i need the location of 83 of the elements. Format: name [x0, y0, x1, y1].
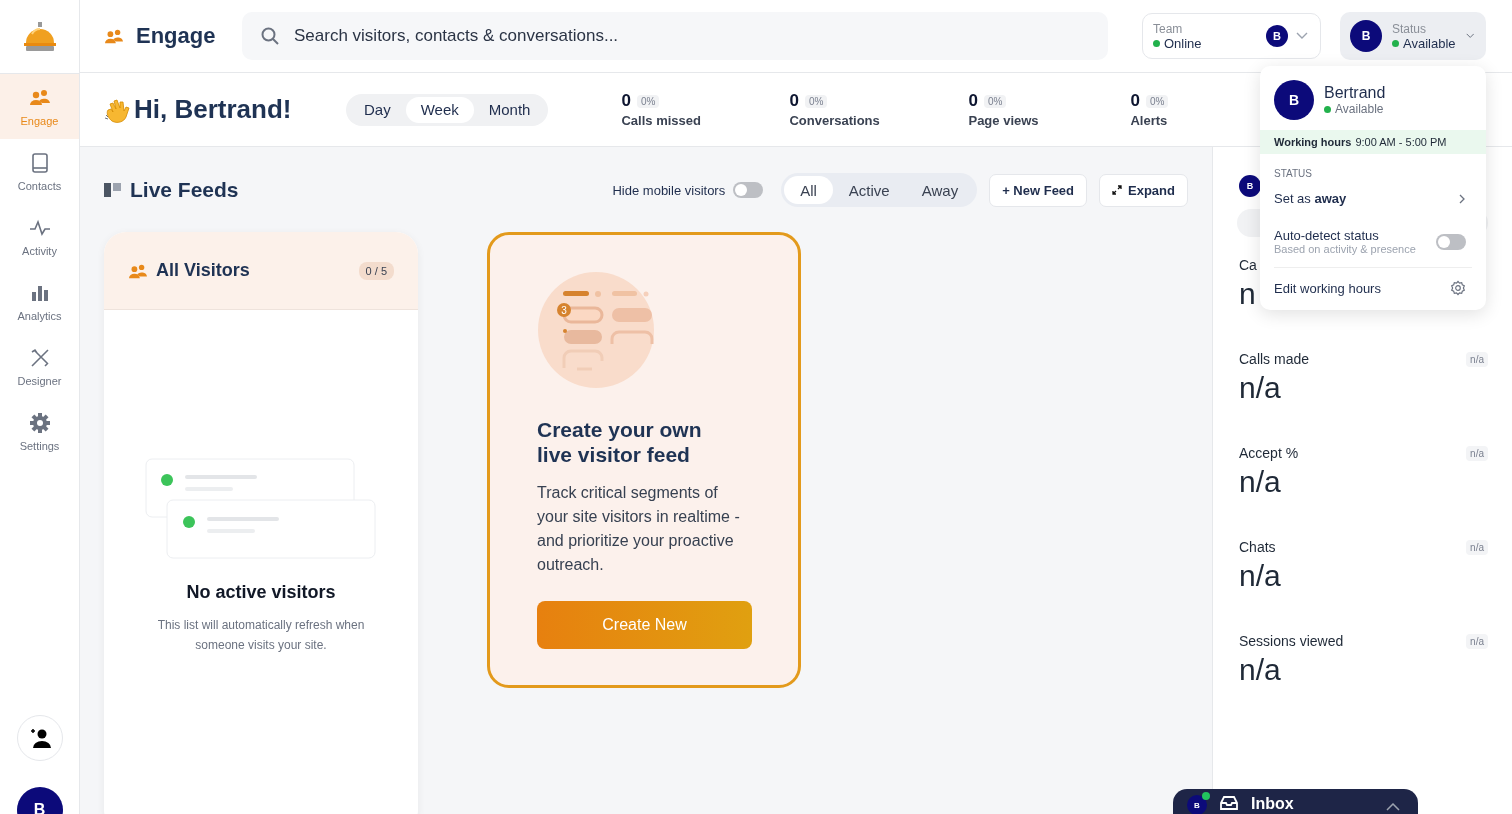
stat-value: 0 — [1130, 91, 1140, 111]
toggle-hint: Based on activity & presence — [1274, 243, 1417, 255]
waving-hand-icon — [104, 96, 130, 123]
section-label: STATUS — [1273, 167, 1313, 181]
search-icon — [261, 27, 279, 45]
metric-label: Ca — [1239, 257, 1257, 273]
stat-value: 0 — [789, 91, 799, 111]
status-dot — [1153, 39, 1160, 47]
nav-item[interactable]: Designer — [0, 334, 79, 399]
metric-label: Accept % — [1239, 445, 1299, 461]
greeting: Hi, Bertrand! — [134, 94, 292, 125]
user-avatar: B — [1274, 80, 1314, 120]
user-avatar: B — [1239, 175, 1261, 197]
change-badge: 0% — [804, 94, 828, 108]
metric-badge: n/a — [1466, 351, 1488, 367]
user-name: Bertrand — [1324, 84, 1387, 102]
stat-label: Calls missed — [621, 113, 702, 128]
user-avatar: B — [1187, 795, 1207, 814]
edit-hours-item[interactable]: Edit working hours — [1274, 267, 1472, 300]
chevron-down-icon — [1465, 32, 1474, 40]
status-selector[interactable]: B Status Available — [1340, 12, 1486, 60]
nav-item[interactable]: Contacts — [0, 139, 79, 204]
count-badge: 3 — [557, 303, 571, 317]
metric-badge: n/a — [1466, 633, 1488, 649]
empty-description: This list will automatically refresh when someone visits your site. — [156, 617, 366, 654]
expand-button[interactable]: Expand — [1099, 173, 1188, 207]
period-tab[interactable]: Day — [349, 96, 406, 123]
chevron-down-icon — [1296, 32, 1308, 40]
metric-label: Calls made — [1239, 351, 1310, 367]
nav-item[interactable]: Settings — [0, 399, 79, 464]
metric-label: Sessions viewed — [1239, 633, 1344, 649]
metric-value: n/a — [1239, 653, 1281, 687]
expand-icon — [1112, 185, 1123, 195]
change-badge: 0% — [1145, 94, 1169, 108]
card-title: Create your own live visitor feed — [537, 417, 703, 467]
hide-mobile-toggle[interactable] — [733, 182, 764, 198]
feeds-icon — [104, 183, 122, 197]
metric-label: Chats — [1239, 539, 1276, 555]
new-feed-button[interactable]: + New Feed — [989, 173, 1088, 207]
user-status: Available — [1324, 102, 1472, 116]
auto-detect-toggle[interactable] — [1436, 233, 1466, 250]
add-contact-button[interactable] — [16, 715, 63, 761]
stat-label: Conversations — [789, 113, 881, 128]
filter-tab[interactable]: All — [784, 176, 833, 204]
chevron-right-icon — [1458, 192, 1466, 205]
search-field[interactable]: Search visitors, contacts & conversations... — [242, 12, 1108, 60]
metric-badge: n/a — [1466, 539, 1488, 555]
nav-item[interactable]: Analytics — [0, 269, 79, 334]
stat-value: 0 — [968, 91, 978, 111]
metric-badge: n/a — [1466, 445, 1488, 461]
metric-value: n/a — [1239, 559, 1281, 593]
count-badge: 0 / 5 — [358, 261, 394, 280]
settings-icon — [28, 411, 51, 434]
stat-value: 0 — [621, 91, 631, 111]
set-away-item[interactable]: Set as away — [1260, 185, 1486, 212]
change-badge: 0% — [983, 94, 1007, 108]
bell-logo-icon — [22, 21, 57, 52]
nav-item[interactable]: Activity — [0, 204, 79, 269]
change-badge: 0% — [636, 94, 660, 108]
chevron-up-icon — [1386, 803, 1400, 811]
people-icon — [104, 27, 124, 45]
status-dot — [1392, 39, 1399, 47]
empty-title: No active visitors — [186, 582, 336, 603]
metric-value: n — [1239, 277, 1256, 311]
period-tab[interactable]: Week — [405, 96, 474, 123]
metric-value: n/a — [1239, 465, 1281, 499]
filter-tab[interactable]: Away — [905, 176, 975, 204]
stat-label: Page views — [968, 113, 1040, 128]
page-title: Engage — [136, 23, 216, 49]
inbox-bar[interactable]: B Inbox — [1173, 789, 1418, 814]
toggle-label: Hide mobile visitors — [612, 182, 726, 198]
inbox-icon — [1219, 795, 1239, 811]
period-tab[interactable]: Month — [473, 96, 546, 123]
card-description: Track critical segments of your site visitors in realtime - and prioritize your proactive outreach. — [537, 483, 741, 575]
stat-label: Alerts — [1130, 113, 1169, 128]
metric-value: n/a — [1239, 371, 1281, 405]
filter-tab[interactable]: Active — [832, 176, 906, 204]
card-title: All Visitors — [156, 260, 251, 281]
team-selector[interactable]: Team Online B — [1142, 13, 1321, 59]
working-hours-banner: Working hours 9:00 AM - 5:00 PM — [1260, 130, 1486, 154]
section-title: Live Feeds — [130, 178, 239, 202]
toggle-label: Auto-detect status — [1274, 228, 1380, 243]
settings-icon — [1450, 280, 1466, 296]
